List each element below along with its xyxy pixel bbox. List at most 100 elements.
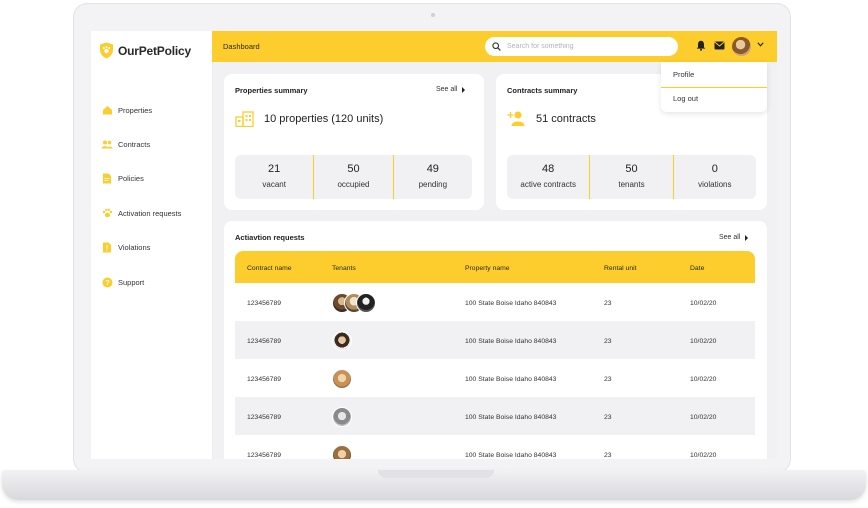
sidebar-item-label: Activation requests	[118, 208, 182, 218]
sidebar-item-contracts[interactable]: Contracts	[101, 138, 150, 150]
cell-date: 10/02/20	[690, 338, 717, 345]
search-input[interactable]	[505, 42, 669, 51]
buildings-icon	[235, 111, 254, 127]
file-alert-icon	[101, 241, 113, 253]
stat-value: 50	[625, 163, 638, 175]
column-header[interactable]: Rental unit	[604, 265, 637, 272]
user-plus-icon	[507, 111, 525, 126]
mail-icon[interactable]	[714, 41, 725, 50]
cell-date: 10/02/20	[690, 414, 717, 421]
cell-unit: 23	[604, 338, 612, 345]
camera-dot	[431, 13, 435, 17]
stat-occupied[interactable]: 50 occupied	[313, 155, 392, 199]
avatar[interactable]	[732, 37, 751, 56]
table-row[interactable]: 123456789 100 State Boise Idaho 840843 2…	[235, 435, 755, 459]
avatar[interactable]	[356, 293, 376, 313]
sidebar-item-label: Violations	[118, 242, 151, 252]
menu-item-profile[interactable]: Profile	[673, 70, 694, 79]
stat-value: 48	[542, 163, 555, 175]
cell-date: 10/02/20	[690, 376, 717, 383]
properties-stats: 21 vacant 50 occupied 49 pending	[235, 155, 472, 199]
properties-headline: 10 properties (120 units)	[235, 111, 383, 127]
logo[interactable]: OurPetPolicy	[99, 42, 191, 59]
breadcrumb[interactable]: Dashboard	[223, 42, 260, 51]
stat-label: violations	[698, 180, 732, 189]
chevron-down-icon[interactable]	[757, 42, 764, 47]
people-icon	[101, 138, 113, 150]
stat-value: 0	[711, 163, 718, 175]
cell-property: 100 State Boise Idaho 840843	[465, 414, 557, 421]
cell-date: 10/02/20	[690, 300, 717, 307]
bell-icon[interactable]	[696, 40, 706, 51]
stat-violations[interactable]: 0 violations	[672, 155, 756, 199]
menu-item-logout[interactable]: Log out	[673, 94, 698, 103]
stat-label: pending	[418, 180, 448, 189]
avatar[interactable]	[332, 369, 352, 389]
column-header[interactable]: Contract name	[247, 265, 292, 272]
arrow-right-icon	[745, 234, 749, 241]
stat-active-contracts[interactable]: 48 active contracts	[507, 155, 589, 199]
stat-label: occupied	[337, 180, 370, 189]
cell-unit: 23	[604, 414, 612, 421]
table-row[interactable]: 123456789 100 State Boise Idaho 840843 2…	[235, 397, 755, 435]
sidebar-item-properties[interactable]: Properties	[101, 104, 152, 116]
cell-date: 10/02/20	[690, 452, 717, 459]
contracts-stats: 48 active contracts 50 tenants 0 violati…	[507, 155, 756, 199]
table-header: Contract name Tenants Property name Rent…	[235, 251, 755, 283]
cell-contract: 123456789	[247, 376, 282, 383]
avatar[interactable]	[332, 331, 352, 351]
avatar[interactable]	[332, 445, 352, 459]
sidebar: OurPetPolicy Properties Contracts Polici…	[91, 31, 213, 459]
cell-contract: 123456789	[247, 300, 282, 307]
cell-property: 100 State Boise Idaho 840843	[465, 338, 557, 345]
stat-tenants[interactable]: 50 tenants	[589, 155, 672, 199]
search-icon	[492, 42, 501, 51]
sidebar-item-label: Support	[118, 277, 145, 287]
search-box[interactable]	[485, 37, 678, 56]
cell-contract: 123456789	[247, 414, 282, 421]
user-menu-dropdown: Profile Log out	[661, 62, 767, 112]
properties-count: 10 properties (120 units)	[264, 113, 384, 125]
sidebar-item-violations[interactable]: Violations	[101, 241, 150, 253]
stat-pending[interactable]: 49 pending	[392, 155, 472, 199]
sidebar-item-label: Properties	[118, 105, 153, 115]
stat-vacant[interactable]: 21 vacant	[235, 155, 313, 199]
cell-property: 100 State Boise Idaho 840843	[465, 376, 557, 383]
sidebar-item-label: Contracts	[118, 139, 151, 149]
activation-requests-card: Actiavtion requests See all Contract nam…	[224, 221, 767, 459]
cell-contract: 123456789	[247, 338, 282, 345]
stat-label: vacant	[262, 180, 286, 189]
column-header[interactable]: Date	[690, 265, 704, 272]
sidebar-item-policies[interactable]: Policies	[101, 172, 144, 184]
stat-value: 49	[426, 163, 439, 175]
app-screen: OurPetPolicy Properties Contracts Polici…	[91, 31, 777, 459]
stat-label: tenants	[618, 180, 645, 189]
see-all-label: See all	[436, 86, 458, 93]
stat-value: 50	[347, 163, 360, 175]
card-title: Properties summary	[235, 86, 308, 95]
sidebar-item-label: Policies	[118, 173, 144, 183]
document-icon	[101, 172, 113, 184]
column-header[interactable]: Property name	[465, 265, 510, 272]
help-icon: ?	[101, 276, 113, 288]
table-row[interactable]: 123456789 100 State Boise Idaho 840843 2…	[235, 283, 755, 321]
laptop-base	[2, 470, 866, 500]
cell-contract: 123456789	[247, 452, 282, 459]
see-all-link[interactable]: See all	[436, 86, 466, 93]
see-all-link[interactable]: See all	[719, 234, 749, 241]
contracts-headline: 51 contracts	[507, 111, 596, 126]
stat-label: active contracts	[520, 180, 576, 189]
cell-unit: 23	[604, 452, 612, 459]
house-icon	[101, 104, 113, 116]
table-row[interactable]: 123456789 100 State Boise Idaho 840843 2…	[235, 359, 755, 397]
cell-property: 100 State Boise Idaho 840843	[465, 300, 557, 307]
column-header[interactable]: Tenants	[332, 265, 356, 272]
sidebar-item-activation-requests[interactable]: Activation requests	[101, 207, 181, 219]
avatar[interactable]	[332, 407, 352, 427]
see-all-label: See all	[719, 234, 741, 241]
table-row[interactable]: 123456789 100 State Boise Idaho 840843 2…	[235, 321, 755, 359]
shield-paw-icon	[100, 42, 113, 59]
sidebar-item-support[interactable]: ? Support	[101, 276, 144, 288]
stat-value: 21	[268, 163, 281, 175]
top-bar: Dashboard	[212, 31, 777, 62]
